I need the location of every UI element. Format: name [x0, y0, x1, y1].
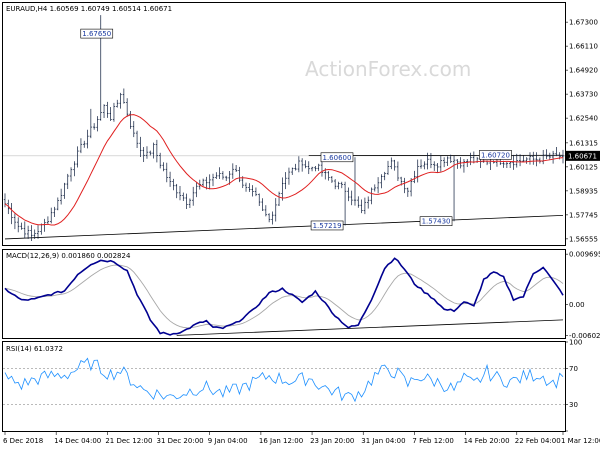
x-axis-label: 22 Feb 04:00	[515, 437, 561, 445]
rsi-title: RSI(14) 61.0372	[6, 345, 63, 353]
macd-y-label: 0.00	[569, 301, 585, 309]
annotation-label-3: 1.57219	[313, 222, 342, 230]
annotation-label-0: 1.67650	[82, 30, 111, 38]
x-axis-label: 31 Jan 04:00	[361, 437, 405, 445]
price-y-label: 1.67300	[569, 19, 598, 27]
x-axis-label: 9 Jan 04:00	[208, 437, 248, 445]
price-y-label: 1.57745	[569, 211, 598, 219]
annotation-label-4: 1.57430	[422, 218, 451, 226]
price-y-label: 1.56555	[569, 235, 598, 243]
annotation-label-2: 1.60720	[481, 151, 510, 159]
rsi-y-label: 100	[569, 339, 582, 347]
x-axis-label: 6 Dec 2018	[3, 437, 43, 445]
watermark: ActionForex.com	[305, 57, 471, 81]
x-axis-label: 7 Feb 12:00	[412, 437, 453, 445]
price-y-label: 1.60125	[569, 163, 598, 171]
price-y-label: 1.66110	[569, 43, 598, 51]
x-axis-label: 14 Feb 20:00	[464, 437, 510, 445]
price-y-label: 1.58935	[569, 187, 598, 195]
price-y-label: 1.61315	[569, 139, 598, 147]
macd-y-label: 0.009695	[569, 251, 600, 259]
x-axis-label: 14 Dec 04:00	[54, 437, 101, 445]
x-axis-label: 23 Jan 20:00	[310, 437, 354, 445]
x-axis-label: 16 Jan 12:00	[259, 437, 303, 445]
last-price-label: 1.60671	[568, 152, 597, 160]
annotation-label-1: 1.60600	[323, 154, 352, 162]
price-chart-title: EURAUD,H4 1.60569 1.60749 1.60514 1.6067…	[6, 5, 172, 13]
rsi-y-label: 30	[569, 401, 578, 409]
x-axis-label: 31 Dec 20:00	[157, 437, 204, 445]
price-y-label: 1.64920	[569, 67, 598, 75]
macd-title: MACD(12,26,9) 0.001860 0.002824	[6, 252, 131, 260]
price-y-label: 1.62540	[569, 115, 598, 123]
rsi-y-label: 70	[569, 365, 578, 373]
x-axis-label: 1 Mar 12:00	[561, 437, 600, 445]
price-y-label: 1.63730	[569, 91, 598, 99]
forex-chart: ActionForex.com 1.67650 1.60600 1.60720 1.5…	[0, 0, 600, 450]
x-axis-label: 21 Dec 12:00	[105, 437, 152, 445]
